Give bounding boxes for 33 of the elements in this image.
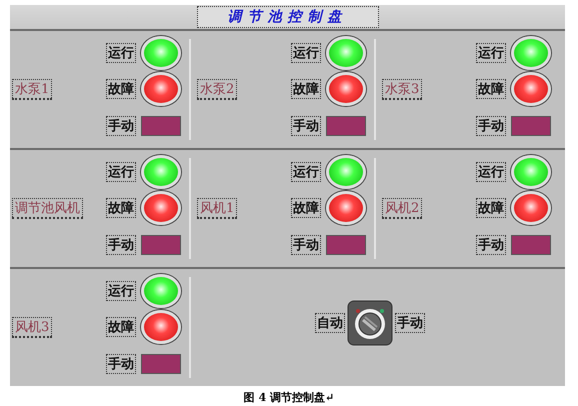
device-name: 水泵2 [197,79,238,100]
signal-label: 运行 [106,162,136,182]
signal-label: 故障 [291,198,321,218]
selector-switch[interactable] [347,300,393,346]
device-name: 水泵3 [382,79,422,100]
signal-label: 运行 [291,43,321,64]
signal-label: 手动 [291,234,321,255]
signal-label: 运行 [476,162,506,182]
signal-label: 故障 [476,198,506,218]
signal-label: 手动 [106,234,136,255]
signal-label: 手动 [476,234,506,255]
signal-label: 手动 [476,116,506,136]
panel-title: 调节池控制盘 [196,6,378,28]
signal-label: 手动 [106,116,136,136]
signal-label: 故障 [106,317,136,338]
selector-label: 手动 [395,312,425,332]
signal-label: 故障 [476,79,506,100]
signal-label: 运行 [106,43,136,64]
signal-label: 手动 [291,116,321,136]
signal-label: 运行 [476,43,506,64]
device-name: 水泵1 [12,79,52,100]
signal-label: 故障 [291,79,321,100]
signal-label: 故障 [106,198,136,218]
signal-label: 故障 [106,79,136,100]
signal-label: 运行 [291,162,321,182]
device-name: 风机1 [197,198,238,219]
signal-label: 手动 [106,354,136,374]
device-name: 风机2 [382,198,422,219]
figure-caption: 图 4 调节控制盘↵ [244,391,334,404]
device-name: 调节池风机 [12,198,83,219]
device-name: 风机3 [12,317,52,338]
selector-label: 自动 [315,312,345,332]
signal-label: 运行 [106,281,136,302]
